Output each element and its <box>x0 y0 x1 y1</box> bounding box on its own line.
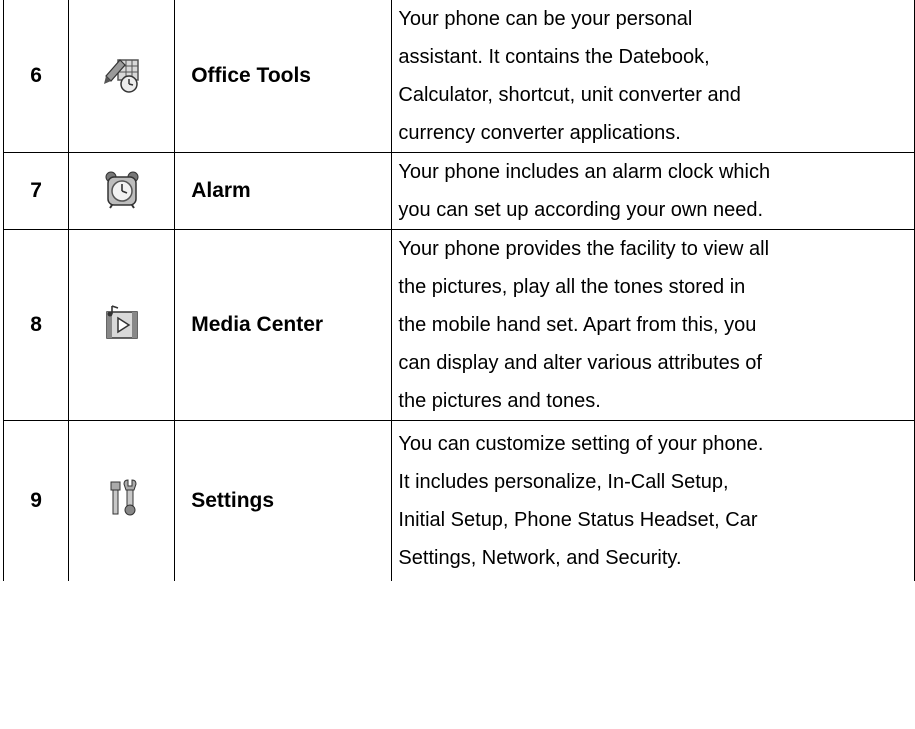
description-line: can display and alter various attributes… <box>398 352 762 374</box>
description-line: currency converter applications. <box>398 122 681 144</box>
description-line: the pictures, play all the tones stored … <box>398 276 746 298</box>
description-line: you can set up according your own need. <box>398 199 764 221</box>
feature-name: Media Center <box>174 229 393 421</box>
description-line: Settings, Network, and Security. <box>398 546 682 569</box>
media-center-icon <box>68 229 176 421</box>
row-number: 7 <box>2 152 70 230</box>
description-line: You can customize setting of your phone. <box>398 432 764 455</box>
row-number: 8 <box>2 229 70 421</box>
feature-description: Your phone includes an alarm clock which… <box>391 152 915 230</box>
feature-description: You can customize setting of your phone.… <box>391 420 915 581</box>
description-line: It includes personalize, In-Call Setup, <box>398 470 729 493</box>
description-line: the pictures and tones. <box>398 390 601 412</box>
description-line: Initial Setup, Phone Status Headset, Car <box>398 508 758 531</box>
settings-tools-icon <box>68 420 176 581</box>
table-row: 9 Settings You can customize setting of … <box>2 420 915 581</box>
description-line: Calculator, shortcut, unit converter and <box>398 84 741 106</box>
description-line: assistant. It contains the Datebook, <box>398 46 710 68</box>
feature-description: Your phone can be your personal assistan… <box>391 0 915 153</box>
table-row: 6 Office Tools Your phone can be your pe… <box>2 0 915 153</box>
feature-table: 6 Office Tools Your phone can be your pe… <box>2 0 915 581</box>
description-line: Your phone includes an alarm clock which <box>398 161 771 183</box>
table-row: 7 Alarm Your phone includes an alarm clo… <box>2 152 915 230</box>
feature-name: Settings <box>174 420 393 581</box>
description-line: the mobile hand set. Apart from this, yo… <box>398 314 757 336</box>
description-line: Your phone provides the facility to view… <box>398 238 770 260</box>
office-tools-icon <box>68 0 176 153</box>
feature-name: Office Tools <box>174 0 393 153</box>
alarm-clock-icon <box>68 152 176 230</box>
table-row: 8 Media Center Your phone provides the f… <box>2 229 915 421</box>
feature-name: Alarm <box>174 152 393 230</box>
feature-description: Your phone provides the facility to view… <box>391 229 915 421</box>
row-number: 6 <box>2 0 70 153</box>
description-line: Your phone can be your personal <box>398 8 693 30</box>
row-number: 9 <box>2 420 70 581</box>
